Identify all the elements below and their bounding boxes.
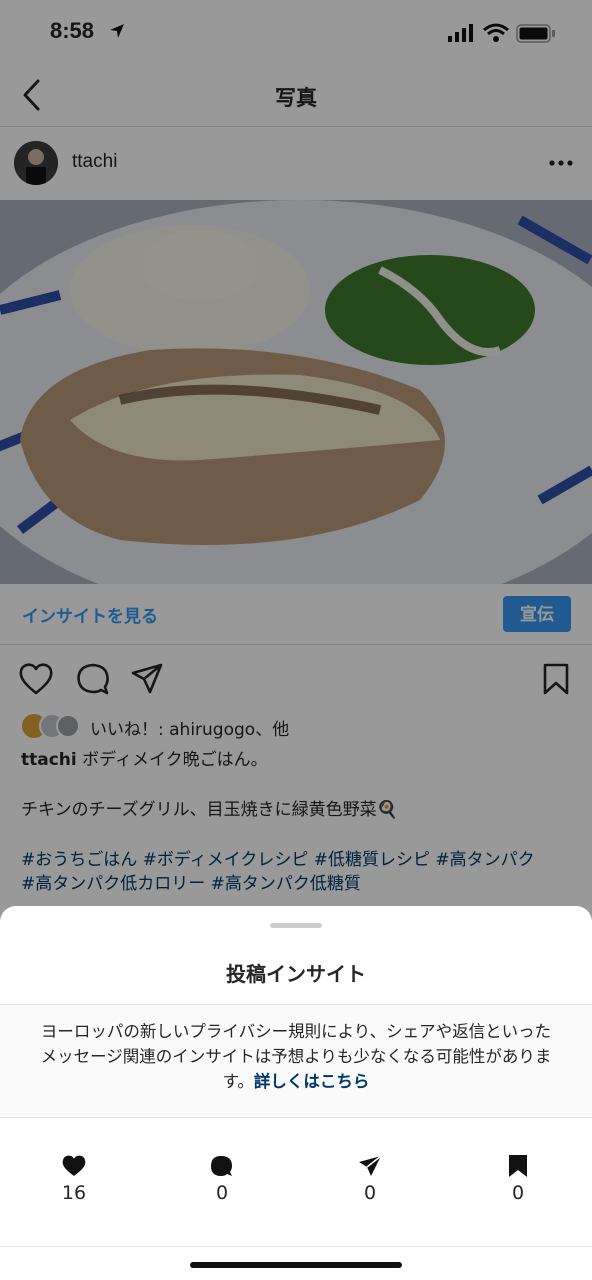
stat-comments-value: 0 — [215, 1182, 229, 1204]
privacy-notice: ヨーロッパの新しいプライバシー規則により、シェアや返信といったメッセージ関連のイ… — [0, 1004, 592, 1118]
stat-saves-value: 0 — [511, 1182, 525, 1204]
privacy-notice-text: ヨーロッパの新しいプライバシー規則により、シェアや返信といったメッセージ関連のイ… — [36, 1019, 556, 1094]
home-indicator — [190, 1262, 402, 1268]
sheet-divider — [0, 1246, 592, 1247]
stat-comments: 0 — [182, 1154, 262, 1204]
comment-icon — [211, 1156, 232, 1176]
stat-saves: 0 — [478, 1154, 558, 1204]
heart-icon — [62, 1155, 86, 1176]
stat-shares: 0 — [330, 1154, 410, 1204]
stat-shares-value: 0 — [363, 1182, 377, 1204]
sheet-title: 投稿インサイト — [226, 962, 366, 986]
learn-more-link[interactable]: 詳しくはこちら — [254, 1072, 370, 1091]
bookmark-icon — [509, 1155, 527, 1177]
stat-likes: 16 — [34, 1154, 114, 1204]
sheet-drag-handle[interactable] — [270, 923, 322, 928]
share-icon — [359, 1155, 382, 1176]
post-insights-sheet: 投稿インサイト ヨーロッパの新しいプライバシー規則により、シェアや返信といったメ… — [0, 906, 592, 1280]
stat-likes-value: 16 — [61, 1182, 87, 1204]
